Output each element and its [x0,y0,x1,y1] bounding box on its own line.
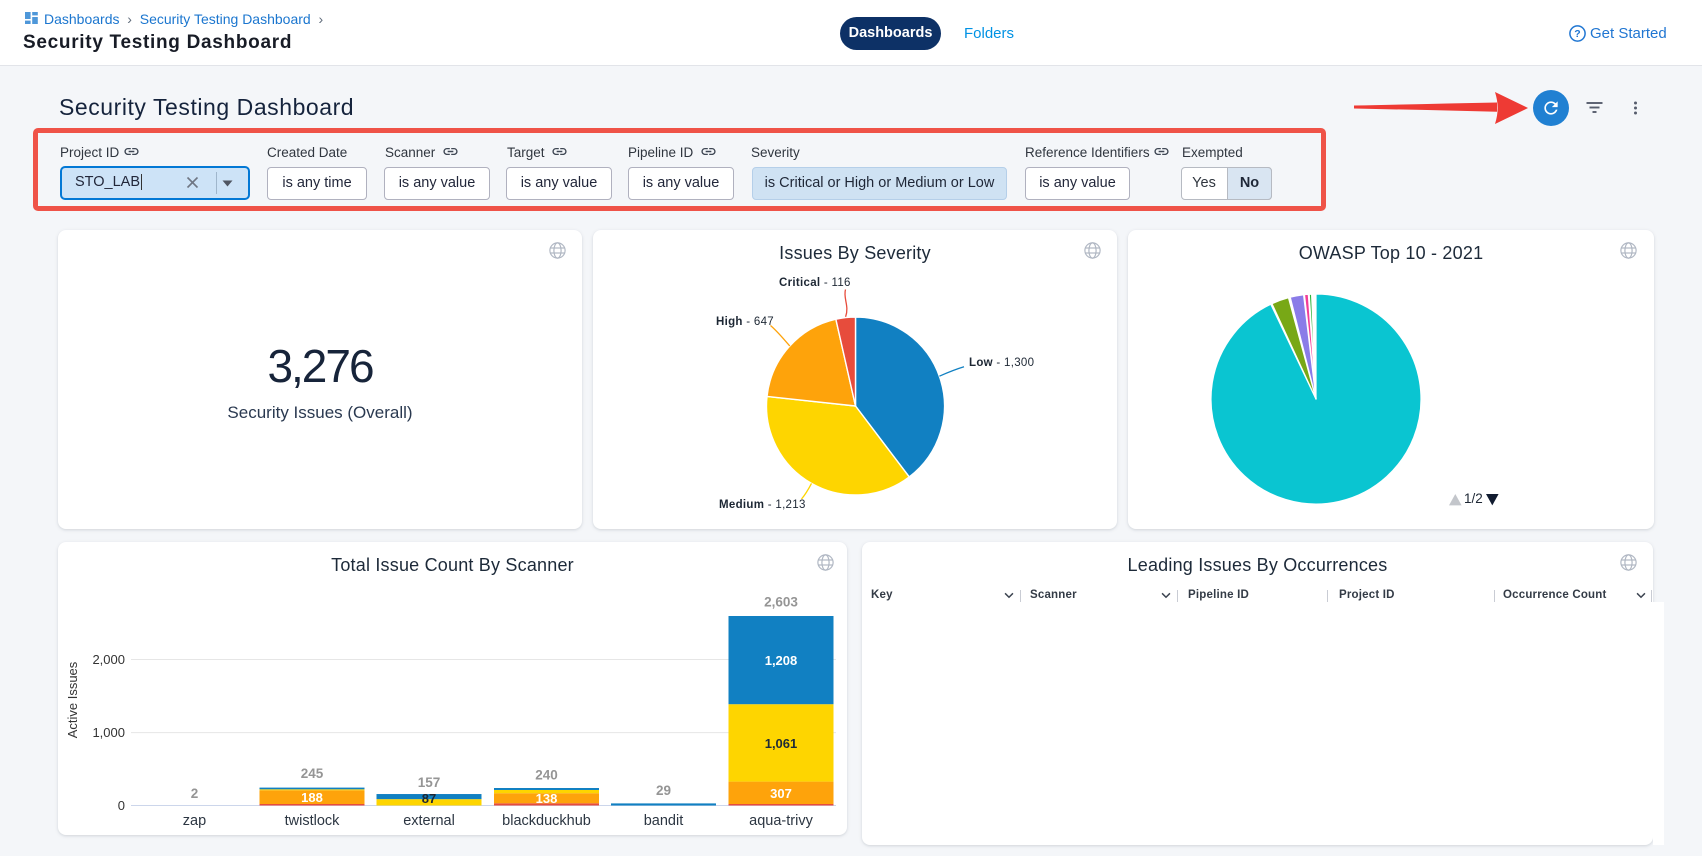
svg-text:0: 0 [118,798,125,813]
svg-text:external: external [403,813,455,829]
svg-text:1,061: 1,061 [765,736,798,751]
svg-text:157: 157 [418,775,441,790]
svg-text:Active Issues: Active Issues [65,661,80,738]
svg-text:?: ? [1574,28,1580,40]
svg-text:aqua-trivy: aqua-trivy [749,813,813,829]
svg-text:1,208: 1,208 [765,653,798,668]
svg-text:29: 29 [656,783,671,798]
svg-text:blackduckhub: blackduckhub [502,813,591,829]
svg-text:240: 240 [535,768,558,783]
svg-text:bandit: bandit [644,813,684,829]
svg-text:2,603: 2,603 [764,595,798,610]
svg-text:2,000: 2,000 [92,652,125,667]
svg-text:87: 87 [422,791,436,806]
svg-text:138: 138 [536,791,558,806]
svg-text:twistlock: twistlock [285,813,341,829]
svg-text:1,000: 1,000 [92,725,125,740]
svg-text:zap: zap [183,813,206,829]
svg-text:188: 188 [301,790,323,805]
svg-text:307: 307 [770,786,792,801]
svg-text:2: 2 [191,786,199,801]
svg-text:245: 245 [301,766,324,781]
